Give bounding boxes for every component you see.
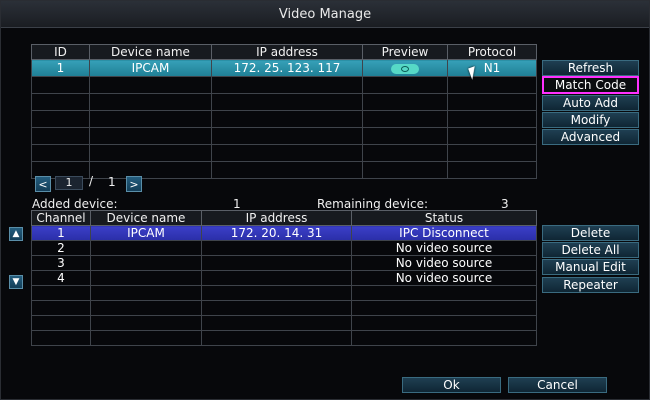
added-device-value: 1 bbox=[233, 197, 241, 211]
table-row[interactable]: 2 No video source bbox=[31, 240, 537, 256]
cell-protocol: N1 bbox=[447, 59, 537, 77]
table-row[interactable]: 3 No video source bbox=[31, 255, 537, 271]
cell-device-name: IPCAM bbox=[90, 225, 202, 241]
current-page-field[interactable]: 1 bbox=[55, 176, 83, 190]
camera-preview-icon[interactable] bbox=[391, 63, 419, 74]
move-up-button[interactable]: ▲ bbox=[9, 227, 23, 241]
col-device-name[interactable]: Device name bbox=[90, 210, 202, 226]
match-code-button[interactable]: Match Code bbox=[542, 76, 639, 94]
repeater-button[interactable]: Repeater bbox=[542, 277, 639, 293]
advanced-button[interactable]: Advanced bbox=[542, 129, 639, 145]
channel-table: Channel Device name IP address Status 1 … bbox=[31, 210, 537, 346]
cell-preview[interactable] bbox=[362, 59, 448, 77]
col-preview[interactable]: Preview bbox=[362, 44, 448, 60]
cell-channel: 4 bbox=[31, 270, 91, 286]
table-row[interactable] bbox=[31, 144, 537, 162]
added-device-label: Added device: bbox=[32, 197, 118, 211]
delete-all-button[interactable]: Delete All bbox=[542, 242, 639, 258]
table-row[interactable] bbox=[31, 315, 537, 331]
arrow-up-icon: ▲ bbox=[12, 229, 20, 239]
cell-channel: 1 bbox=[31, 225, 91, 241]
table-row[interactable] bbox=[31, 285, 537, 301]
col-status[interactable]: Status bbox=[351, 210, 537, 226]
search-table-header: ID Device name IP address Preview Protoc… bbox=[31, 44, 537, 60]
cell-status: No video source bbox=[351, 255, 537, 271]
channel-table-header: Channel Device name IP address Status bbox=[31, 210, 537, 226]
col-ip-address[interactable]: IP address bbox=[211, 44, 363, 60]
cell-channel: 3 bbox=[31, 255, 91, 271]
col-id[interactable]: ID bbox=[31, 44, 90, 60]
window-title: Video Manage bbox=[1, 1, 649, 28]
manual-edit-button[interactable]: Manual Edit bbox=[542, 259, 639, 275]
modify-button[interactable]: Modify bbox=[542, 112, 639, 128]
table-row[interactable] bbox=[31, 300, 537, 316]
total-pages: 1 bbox=[108, 175, 116, 189]
cell-channel: 2 bbox=[31, 240, 91, 256]
table-row[interactable]: 1 IPCAM 172. 20. 14. 31 IPC Disconnect bbox=[31, 225, 537, 241]
cell-ip: 172. 20. 14. 31 bbox=[201, 225, 352, 241]
cancel-button[interactable]: Cancel bbox=[508, 377, 607, 393]
search-device-table: ID Device name IP address Preview Protoc… bbox=[31, 44, 537, 179]
prev-page-button[interactable]: < bbox=[35, 176, 51, 192]
ok-button[interactable]: Ok bbox=[402, 377, 501, 393]
cell-ip: 172. 25. 123. 117 bbox=[211, 59, 363, 77]
video-manage-window: Video Manage ID Device name IP address P… bbox=[0, 0, 650, 400]
table-row[interactable]: 4 No video source bbox=[31, 270, 537, 286]
table-row[interactable] bbox=[31, 110, 537, 128]
table-row[interactable] bbox=[31, 93, 537, 111]
refresh-button[interactable]: Refresh bbox=[542, 60, 639, 76]
delete-button[interactable]: Delete bbox=[542, 225, 639, 241]
cell-status: No video source bbox=[351, 270, 537, 286]
col-channel[interactable]: Channel bbox=[31, 210, 91, 226]
table-row[interactable]: 1 IPCAM 172. 25. 123. 117 N1 bbox=[31, 59, 537, 77]
auto-add-button[interactable]: Auto Add bbox=[542, 95, 639, 111]
col-protocol[interactable]: Protocol bbox=[447, 44, 537, 60]
cell-status: No video source bbox=[351, 240, 537, 256]
table-row[interactable] bbox=[31, 330, 537, 346]
table-row[interactable] bbox=[31, 127, 537, 145]
cell-device-name: IPCAM bbox=[89, 59, 212, 77]
next-page-button[interactable]: > bbox=[126, 176, 142, 192]
table-row[interactable] bbox=[31, 76, 537, 94]
remaining-device-value: 3 bbox=[501, 197, 509, 211]
remaining-device-label: Remaining device: bbox=[317, 197, 428, 211]
cell-id: 1 bbox=[31, 59, 90, 77]
arrow-down-icon: ▼ bbox=[12, 277, 20, 287]
page-separator: / bbox=[89, 174, 94, 188]
move-down-button[interactable]: ▼ bbox=[9, 275, 23, 289]
col-device-name[interactable]: Device name bbox=[89, 44, 212, 60]
col-ip-address[interactable]: IP address bbox=[201, 210, 352, 226]
cell-status: IPC Disconnect bbox=[351, 225, 537, 241]
